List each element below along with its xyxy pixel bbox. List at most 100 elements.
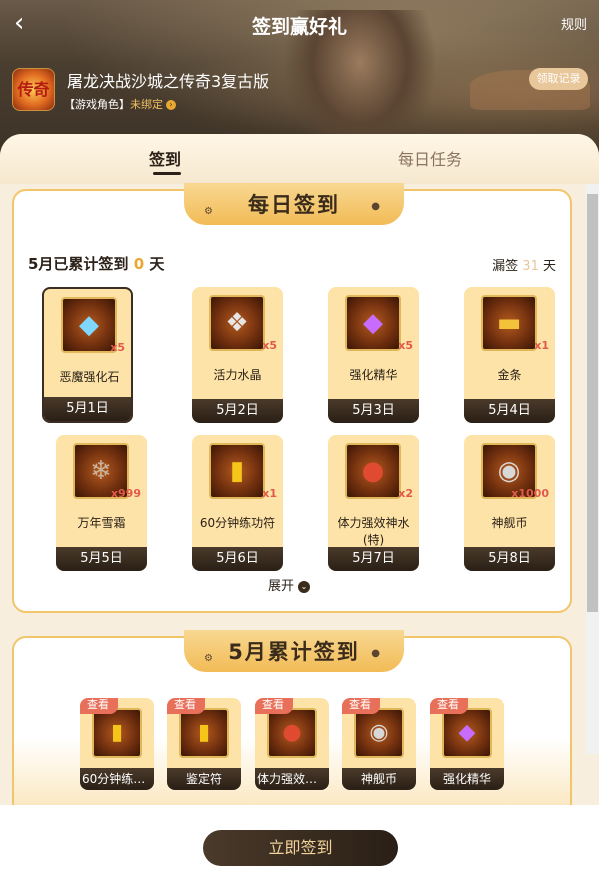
item-frame: ▮	[209, 443, 265, 499]
reward-name: 神舰币	[342, 768, 416, 790]
purple-gem-icon: ◆	[458, 720, 476, 745]
claim-record-button[interactable]: 领取记录	[529, 68, 588, 90]
view-tag[interactable]: 查看	[430, 698, 468, 714]
item-frame: ▬	[481, 295, 537, 351]
reward-name: 强化精华	[430, 768, 504, 790]
day-date: 5月8日	[464, 547, 555, 571]
daily-sign-card: ⚙ 每日签到 ● 5月已累计签到 0 天 漏签 31 天 ◆ x5 恶魔强化石 …	[12, 183, 572, 613]
dot-ornament-icon: ●	[371, 648, 382, 659]
game-logo-text: 传奇	[17, 80, 50, 99]
day-card[interactable]: ❄ x999 万年雪霜 5月5日	[56, 435, 147, 571]
item-name: 神舰币	[491, 516, 528, 530]
talisman-icon: ▮	[110, 720, 124, 745]
monthly-ribbon: ⚙ 5月累计签到 ●	[184, 630, 404, 672]
day-date: 5月7日	[328, 547, 419, 571]
item-qty: x1	[534, 339, 549, 352]
item-qty: x999	[110, 487, 141, 500]
day-date: 5月3日	[328, 399, 419, 423]
monthly-reward[interactable]: ▮ 查看 60分钟练功符	[80, 698, 154, 790]
role-binding[interactable]: 【游戏角色】未绑定 ›	[64, 96, 176, 112]
view-tag[interactable]: 查看	[342, 698, 380, 714]
item-qty: x1	[262, 487, 277, 500]
expand-button[interactable]: 展开 ⌄	[268, 575, 311, 594]
day-card[interactable]: ◆ x5 强化精华 5月3日	[328, 287, 419, 423]
role-label: 【游戏角色】	[64, 98, 130, 111]
chevron-right-icon: ›	[166, 100, 176, 110]
daily-ribbon-title: 每日签到	[248, 193, 340, 217]
item-frame: ❖	[209, 295, 265, 351]
view-tag[interactable]: 查看	[167, 698, 205, 714]
item-qty: x5	[110, 341, 125, 354]
item-frame: ▮	[92, 708, 142, 758]
purple-gem-icon: ◆	[363, 308, 383, 338]
monthly-reward[interactable]: ● 查看 体力强效神水(特)	[255, 698, 329, 790]
day-date: 5月2日	[192, 399, 283, 423]
item-frame: ◆	[442, 708, 492, 758]
missed-prefix: 漏签	[492, 259, 519, 274]
view-tag[interactable]: 查看	[255, 698, 293, 714]
page-title: 签到赢好礼	[251, 16, 347, 38]
tab-sign-in[interactable]: 签到	[149, 146, 182, 175]
item-frame: ◉	[354, 708, 404, 758]
expand-label: 展开	[268, 579, 295, 594]
white-crystal-icon: ❖	[225, 308, 249, 338]
day-card[interactable]: ◉ x1000 神舰币 5月8日	[464, 435, 555, 571]
monthly-reward[interactable]: ◉ 查看 神舰币	[342, 698, 416, 790]
summary-count: 0	[133, 255, 145, 273]
day-card[interactable]: ◆ x5 恶魔强化石 5月1日	[42, 287, 133, 423]
summary-suffix: 天	[149, 255, 165, 273]
day-date: 5月6日	[192, 547, 283, 571]
talisman-icon: ▮	[229, 456, 245, 486]
role-status: 未绑定	[130, 98, 163, 111]
main-sheet: 签到 每日任务 ⚙ 每日签到 ● 5月已累计签到 0 天 漏签 31 天 ◆ x…	[0, 134, 599, 886]
item-frame: ●	[267, 708, 317, 758]
item-name: 体力强效神水(特)	[337, 516, 410, 547]
item-qty: x2	[398, 487, 413, 500]
tab-daily-tasks[interactable]: 每日任务	[398, 146, 462, 170]
item-frame: ▮	[179, 708, 229, 758]
daily-ribbon: ⚙ 每日签到 ●	[184, 183, 404, 225]
day-date: 5月5日	[56, 547, 147, 571]
rules-link[interactable]: 规则	[561, 14, 587, 33]
footer-bar: 立即签到	[0, 805, 599, 886]
sign-in-now-button[interactable]: 立即签到	[203, 830, 398, 866]
item-qty: x1000	[511, 487, 549, 500]
item-name: 万年雪霜	[77, 516, 126, 530]
monthly-ribbon-title: 5月累计签到	[228, 640, 360, 664]
missed-count: 31	[522, 259, 539, 274]
blue-crystal-icon: ◆	[79, 310, 99, 340]
potion-icon: ●	[361, 456, 385, 486]
month-sign-summary: 5月已累计签到 0 天	[28, 253, 164, 274]
item-frame: ◆	[61, 297, 117, 353]
gold-bar-icon: ▬	[496, 308, 522, 338]
tab-bar: 签到 每日任务	[0, 134, 599, 184]
missed-suffix: 天	[542, 259, 556, 274]
monthly-reward[interactable]: ▮ 查看 鉴定符	[167, 698, 241, 790]
item-name: 强化精华	[349, 368, 398, 382]
day-card[interactable]: ❖ x5 活力水晶 5月2日	[192, 287, 283, 423]
game-logo: 传奇	[12, 68, 55, 111]
item-qty: x5	[398, 339, 413, 352]
reward-name: 体力强效神水(特)	[255, 768, 329, 790]
item-name: 60分钟练功符	[199, 516, 276, 530]
view-tag[interactable]: 查看	[80, 698, 118, 714]
reward-name: 鉴定符	[167, 768, 241, 790]
day-card[interactable]: ▬ x1 金条 5月4日	[464, 287, 555, 423]
item-frame: ●	[345, 443, 401, 499]
silver-coin-icon: ◉	[369, 720, 389, 745]
item-frame: ◆	[345, 295, 401, 351]
reward-name: 60分钟练功符	[80, 768, 154, 790]
talisman-icon: ▮	[197, 720, 211, 745]
item-qty: x5	[262, 339, 277, 352]
day-card[interactable]: ▮ x1 60分钟练功符 5月6日	[192, 435, 283, 571]
day-date: 5月4日	[464, 399, 555, 423]
scrollbar-thumb[interactable]	[587, 194, 598, 612]
summary-prefix: 5月已累计签到	[28, 255, 129, 273]
gear-ornament-icon: ⚙	[204, 206, 215, 217]
dot-ornament-icon: ●	[371, 201, 382, 212]
game-name: 屠龙决战沙城之传奇3复古版	[67, 72, 270, 91]
monthly-reward[interactable]: ◆ 查看 强化精华	[430, 698, 504, 790]
day-card[interactable]: ● x2 体力强效神水(特) 5月7日	[328, 435, 419, 571]
item-name: 恶魔强化石	[59, 370, 120, 384]
day-date: 5月1日	[44, 397, 131, 421]
